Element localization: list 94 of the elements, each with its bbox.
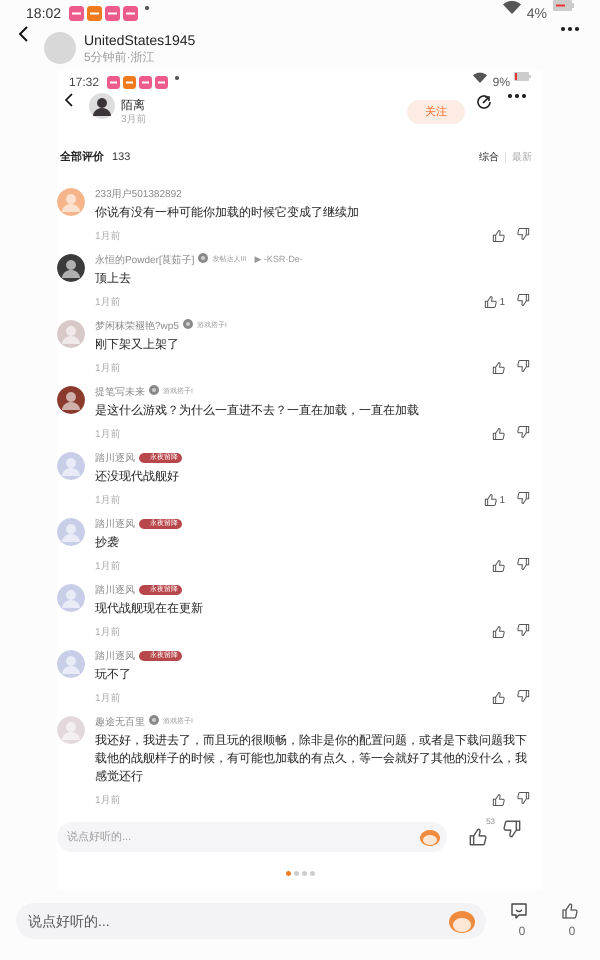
sort-tab[interactable]: 综合 <box>479 150 499 164</box>
battery-percent: 4% <box>526 4 547 22</box>
wifi-icon <box>472 72 487 83</box>
thumbs-up-icon[interactable] <box>491 559 505 573</box>
comment-text: 抄袭 <box>95 534 120 551</box>
thumbs-up-icon[interactable] <box>491 229 505 243</box>
user-name[interactable]: 踏川逐风 <box>95 516 135 532</box>
comment-time: 1月前 <box>95 296 121 310</box>
thumbs-down-icon[interactable] <box>517 491 531 505</box>
thumbs-down-icon[interactable] <box>517 791 531 805</box>
sort-tab[interactable]: 最新 <box>512 150 532 164</box>
comment-text: 还没现代战舰好 <box>95 468 180 485</box>
section-title: 全部评价 <box>60 150 104 165</box>
post-time: 3月前 <box>121 112 147 126</box>
comment-count: 133 <box>112 150 130 165</box>
comment-text: 顶上去 <box>95 270 132 287</box>
user-name[interactable]: 梦闲秣荣褪艳?wp5 <box>95 318 179 334</box>
like-count: 0 <box>568 923 576 940</box>
more-icon[interactable] <box>507 93 527 99</box>
notification-icon <box>123 76 136 88</box>
notification-icon <box>107 76 120 88</box>
badge-icon <box>182 319 193 329</box>
thumbs-up-icon[interactable] <box>467 827 487 847</box>
thumbs-down-icon[interactable] <box>517 425 531 439</box>
notification-icon <box>123 6 138 20</box>
comment-text: 现代战舰现在在更新 <box>95 600 204 617</box>
battery-icon <box>553 0 574 11</box>
comment-time: 1月前 <box>95 560 121 574</box>
badge-icon <box>198 253 208 263</box>
comment-input[interactable]: 说点好听的... <box>57 822 447 852</box>
user-name[interactable]: 踏川逐风 <box>95 648 135 664</box>
comment-text: 玩不了 <box>95 666 132 683</box>
author-name[interactable]: UnitedStates1945 <box>84 32 196 48</box>
notification-icon <box>155 76 168 88</box>
comment-time: 1月前 <box>95 230 121 244</box>
back-icon[interactable] <box>19 26 29 42</box>
badge-icon <box>149 385 159 395</box>
comment-time: 1月前 <box>95 428 121 442</box>
user-name[interactable]: 提笔写未来 <box>95 384 145 400</box>
wifi-icon <box>502 0 521 14</box>
thumbs-up-icon[interactable] <box>491 625 505 639</box>
thumbs-down-icon[interactable] <box>517 227 531 241</box>
comment-input[interactable]: 说点好听的... <box>16 903 486 939</box>
thumbs-up-icon[interactable] <box>491 793 505 807</box>
thumbs-up-icon[interactable] <box>483 492 498 506</box>
comment-text: 我还好，我进去了，而且玩的很顺畅，除非是你的配置问题，或者是下载问题我下载他的战舰样子的时候，有可能也加载的有点久，等一会就好了其他的没什么，我感觉还行 <box>95 732 528 785</box>
battery-icon <box>514 72 531 81</box>
user-name[interactable]: 趣途无百里 <box>95 714 145 730</box>
thumbs-down-icon[interactable] <box>503 819 523 839</box>
user-name[interactable]: 233用户501382892 <box>95 187 182 202</box>
comment-time: 1月前 <box>95 794 121 808</box>
user-name[interactable]: 踏川逐风 <box>95 582 135 598</box>
dot-icon <box>175 76 180 80</box>
thumbs-up-icon[interactable] <box>491 361 505 375</box>
badge-icon <box>149 715 159 725</box>
thumbs-up-icon[interactable] <box>491 691 505 705</box>
avatar <box>89 93 115 119</box>
comment-time: 1月前 <box>95 362 121 376</box>
link-text[interactable]: ▶ -KSR·De- <box>254 253 303 267</box>
thumbs-down-icon[interactable] <box>517 689 531 703</box>
like-count: 1 <box>499 494 505 508</box>
comment-icon[interactable] <box>510 902 528 920</box>
dot-icon <box>145 6 150 10</box>
like-count: 53 <box>486 817 495 827</box>
post-meta: 5分钟前·浙江 <box>84 48 156 64</box>
status-time: 17:32 <box>69 74 100 91</box>
thumbs-down-icon[interactable] <box>517 359 531 373</box>
user-name[interactable]: 永恒的Powder[茛茹子] <box>95 252 194 268</box>
back-icon[interactable] <box>65 93 73 107</box>
author-name[interactable]: 陌离 <box>121 98 147 112</box>
status-time: 18:02 <box>26 4 62 22</box>
share-icon[interactable] <box>475 93 493 111</box>
comment-text: 你说有没有一种可能你加载的时候它变成了继续加 <box>95 204 360 221</box>
follow-button[interactable]: 关注 <box>407 100 465 124</box>
notification-icon <box>87 6 102 20</box>
comment-time: 1月前 <box>95 626 121 640</box>
comment-time: 1月前 <box>95 494 121 508</box>
comment-text: 刚下架又上架了 <box>95 336 180 353</box>
battery-percent: 9% <box>492 74 510 91</box>
comment-count: 0 <box>518 923 526 940</box>
thumbs-up-icon[interactable] <box>491 427 505 441</box>
thumbs-down-icon[interactable] <box>517 557 531 571</box>
thumbs-down-icon[interactable] <box>517 293 531 307</box>
user-name[interactable]: 踏川逐风 <box>95 450 135 466</box>
thumbs-up-icon[interactable] <box>560 902 578 920</box>
notification-icon <box>139 76 152 88</box>
thumbs-up-icon[interactable] <box>483 294 498 308</box>
comment-text: 是这什么游戏？为什么一直进不去？一直在加载，一直在加载 <box>95 402 420 419</box>
notification-icon <box>69 6 84 20</box>
more-icon[interactable] <box>560 26 580 32</box>
comment-time: 1月前 <box>95 692 121 706</box>
notification-icon <box>105 6 120 20</box>
like-count: 1 <box>499 296 505 310</box>
thumbs-down-icon[interactable] <box>517 623 531 637</box>
